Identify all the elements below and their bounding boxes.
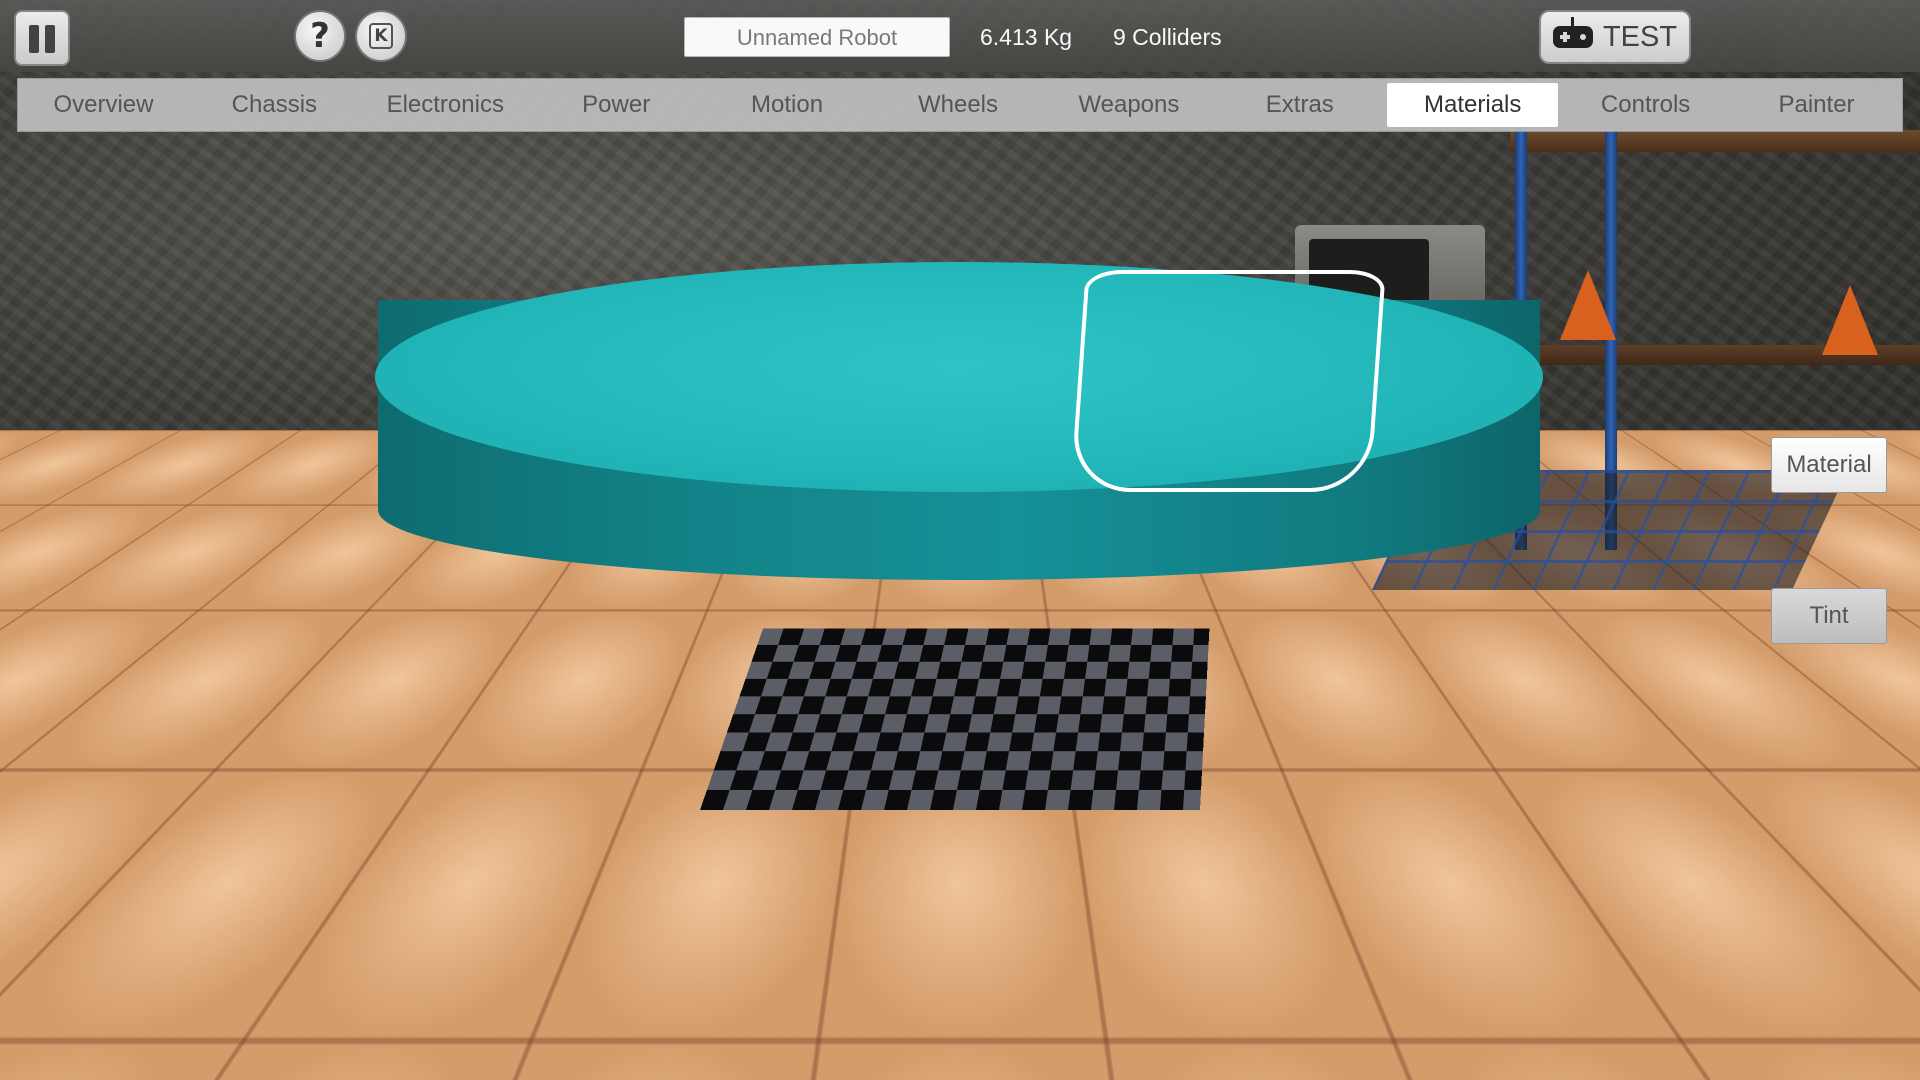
- collider-count: 9 Colliders: [1113, 24, 1222, 50]
- component-name: Cylinder: [49, 528, 131, 553]
- tab-controls[interactable]: Controls: [1560, 79, 1731, 131]
- robot-name-field[interactable]: Unnamed Robot: [684, 17, 950, 57]
- pause-icon: [45, 25, 55, 53]
- category-tabs: Overview Chassis Electronics Power Motio…: [17, 78, 1903, 132]
- material-option-vinyl[interactable]: Vinyl: [805, 987, 891, 1057]
- material-option-titanium[interactable]: Titanium: [386, 987, 472, 1057]
- back-shelf: [1510, 130, 1920, 152]
- checkered-base-block[interactable]: [700, 628, 1210, 810]
- thickness-panel: Thickness (mm): [1302, 980, 1656, 1070]
- tint-button[interactable]: Tint: [1771, 588, 1887, 644]
- gamepad-icon: [1552, 17, 1593, 48]
- test-button[interactable]: TEST: [1539, 10, 1691, 64]
- tab-chassis[interactable]: Chassis: [189, 79, 360, 131]
- tab-weapons[interactable]: Weapons: [1043, 79, 1214, 131]
- thickness-slider-handle[interactable]: [1316, 1031, 1344, 1059]
- tab-materials[interactable]: Materials: [1387, 83, 1559, 127]
- component-mass: 0 Kg: [67, 592, 113, 617]
- materials-scrollbar-thumb[interactable]: [592, 1061, 902, 1068]
- material-option-banded-steel[interactable]: anded eel: [213, 987, 273, 1057]
- tab-motion[interactable]: Motion: [702, 79, 873, 131]
- material-option-label: Hardox: [502, 1011, 564, 1032]
- tab-overview[interactable]: Overview: [18, 79, 189, 131]
- component-label: Component :: [22, 464, 148, 489]
- material-option-label: anded eel: [215, 1000, 268, 1043]
- tab-electronics[interactable]: Electronics: [360, 79, 531, 131]
- previous-arrow-icon[interactable]: [90, 988, 166, 1064]
- material-option-steel[interactable]: Steel: [281, 987, 367, 1057]
- thickness-input[interactable]: [1534, 982, 1632, 1012]
- material-option-hardox[interactable]: Hardox: [490, 987, 576, 1057]
- component-info-panel: Component : Cylinder 0 Kg: [2, 430, 178, 648]
- help-button[interactable]: ?: [294, 10, 346, 62]
- material-option-label: Faux: [917, 1011, 958, 1032]
- tab-power[interactable]: Power: [531, 79, 702, 131]
- pause-button[interactable]: [14, 10, 70, 66]
- material-option-label: Decoratio n: [702, 1000, 784, 1043]
- materials-carousel[interactable]: anded eel Steel Titanium Hardox Remove P…: [212, 978, 958, 1070]
- material-option-label: Steel: [302, 1011, 346, 1032]
- material-button[interactable]: Material: [1771, 437, 1887, 493]
- tab-extras[interactable]: Extras: [1214, 79, 1385, 131]
- material-option-remove-plate[interactable]: Remove Plate: [595, 987, 681, 1057]
- material-option-label: Titanium: [392, 1011, 466, 1032]
- thickness-slider[interactable]: [1324, 1040, 1636, 1050]
- thickness-label: Thickness (mm): [1329, 982, 1500, 1009]
- traffic-cone-prop: [1560, 270, 1616, 340]
- tab-painter[interactable]: Painter: [1731, 79, 1902, 131]
- traffic-cone-prop: [1822, 285, 1878, 355]
- tab-wheels[interactable]: Wheels: [873, 79, 1044, 131]
- keyboard-button[interactable]: K: [355, 10, 407, 62]
- material-option-label: Vinyl: [827, 1011, 869, 1032]
- material-option-label: Remove Plate: [602, 1000, 674, 1043]
- question-icon: ?: [310, 16, 330, 56]
- material-option-faux[interactable]: Faux: [910, 987, 958, 1057]
- next-arrow-icon[interactable]: [1005, 988, 1081, 1064]
- robot-weight: 6.413 Kg: [980, 24, 1073, 50]
- top-bar: ? K Unnamed Robot 6.413 Kg 9 Colliders T…: [0, 0, 1920, 72]
- pause-icon: [29, 25, 39, 53]
- materials-scrollbar[interactable]: [212, 1060, 958, 1069]
- copy-from-other-button[interactable]: Copy From Other: [850, 902, 1070, 942]
- materials-section-label: Materials: [213, 932, 355, 972]
- test-button-label: TEST: [1602, 20, 1678, 53]
- face-selection-outline[interactable]: [1070, 270, 1386, 492]
- keyboard-key-icon: K: [369, 23, 393, 49]
- material-option-decoration[interactable]: Decoratio n: [700, 987, 786, 1057]
